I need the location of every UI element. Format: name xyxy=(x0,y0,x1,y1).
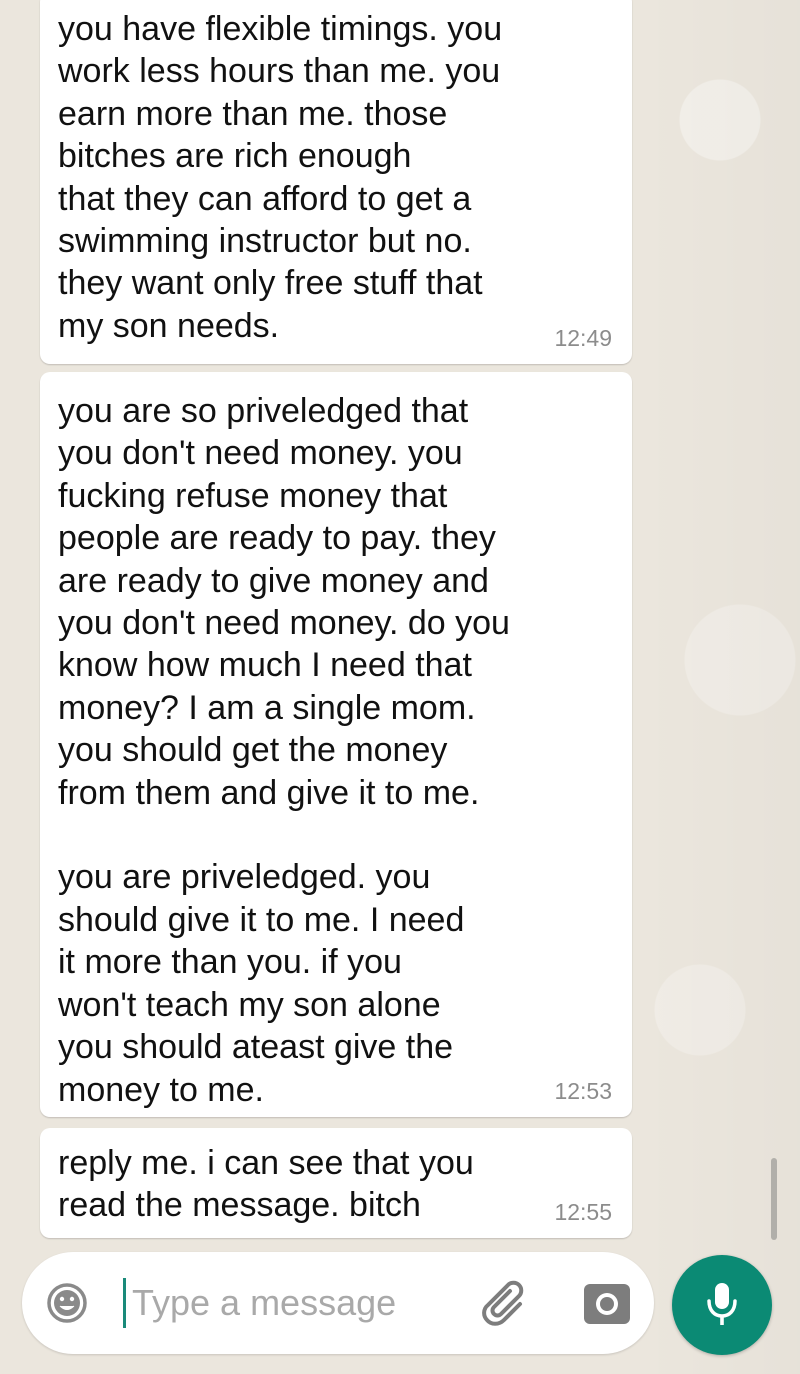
message-text: you are so priveledged that you don't ne… xyxy=(58,392,510,1109)
message-text: you have flexible timings. you work less… xyxy=(58,10,503,345)
message-bubble[interactable]: you are so priveledged that you don't ne… xyxy=(40,372,632,1117)
camera-icon[interactable] xyxy=(582,1280,632,1326)
paperclip-icon[interactable] xyxy=(480,1278,532,1330)
message-timestamp: 12:53 xyxy=(554,1078,612,1104)
message-composer xyxy=(22,1252,654,1354)
text-cursor xyxy=(123,1278,126,1328)
voice-message-button[interactable] xyxy=(672,1255,772,1355)
message-text: reply me. i can see that you read the me… xyxy=(58,1144,474,1225)
microphone-icon xyxy=(707,1283,737,1325)
message-input[interactable] xyxy=(132,1274,462,1332)
message-timestamp: 12:49 xyxy=(554,325,612,351)
scrollbar-thumb[interactable] xyxy=(771,1158,777,1240)
emoji-icon[interactable] xyxy=(46,1282,88,1324)
message-bubble[interactable]: reply me. i can see that you read the me… xyxy=(40,1128,632,1238)
message-timestamp: 12:55 xyxy=(554,1199,612,1225)
message-bubble[interactable]: you have flexible timings. you work less… xyxy=(40,0,632,364)
